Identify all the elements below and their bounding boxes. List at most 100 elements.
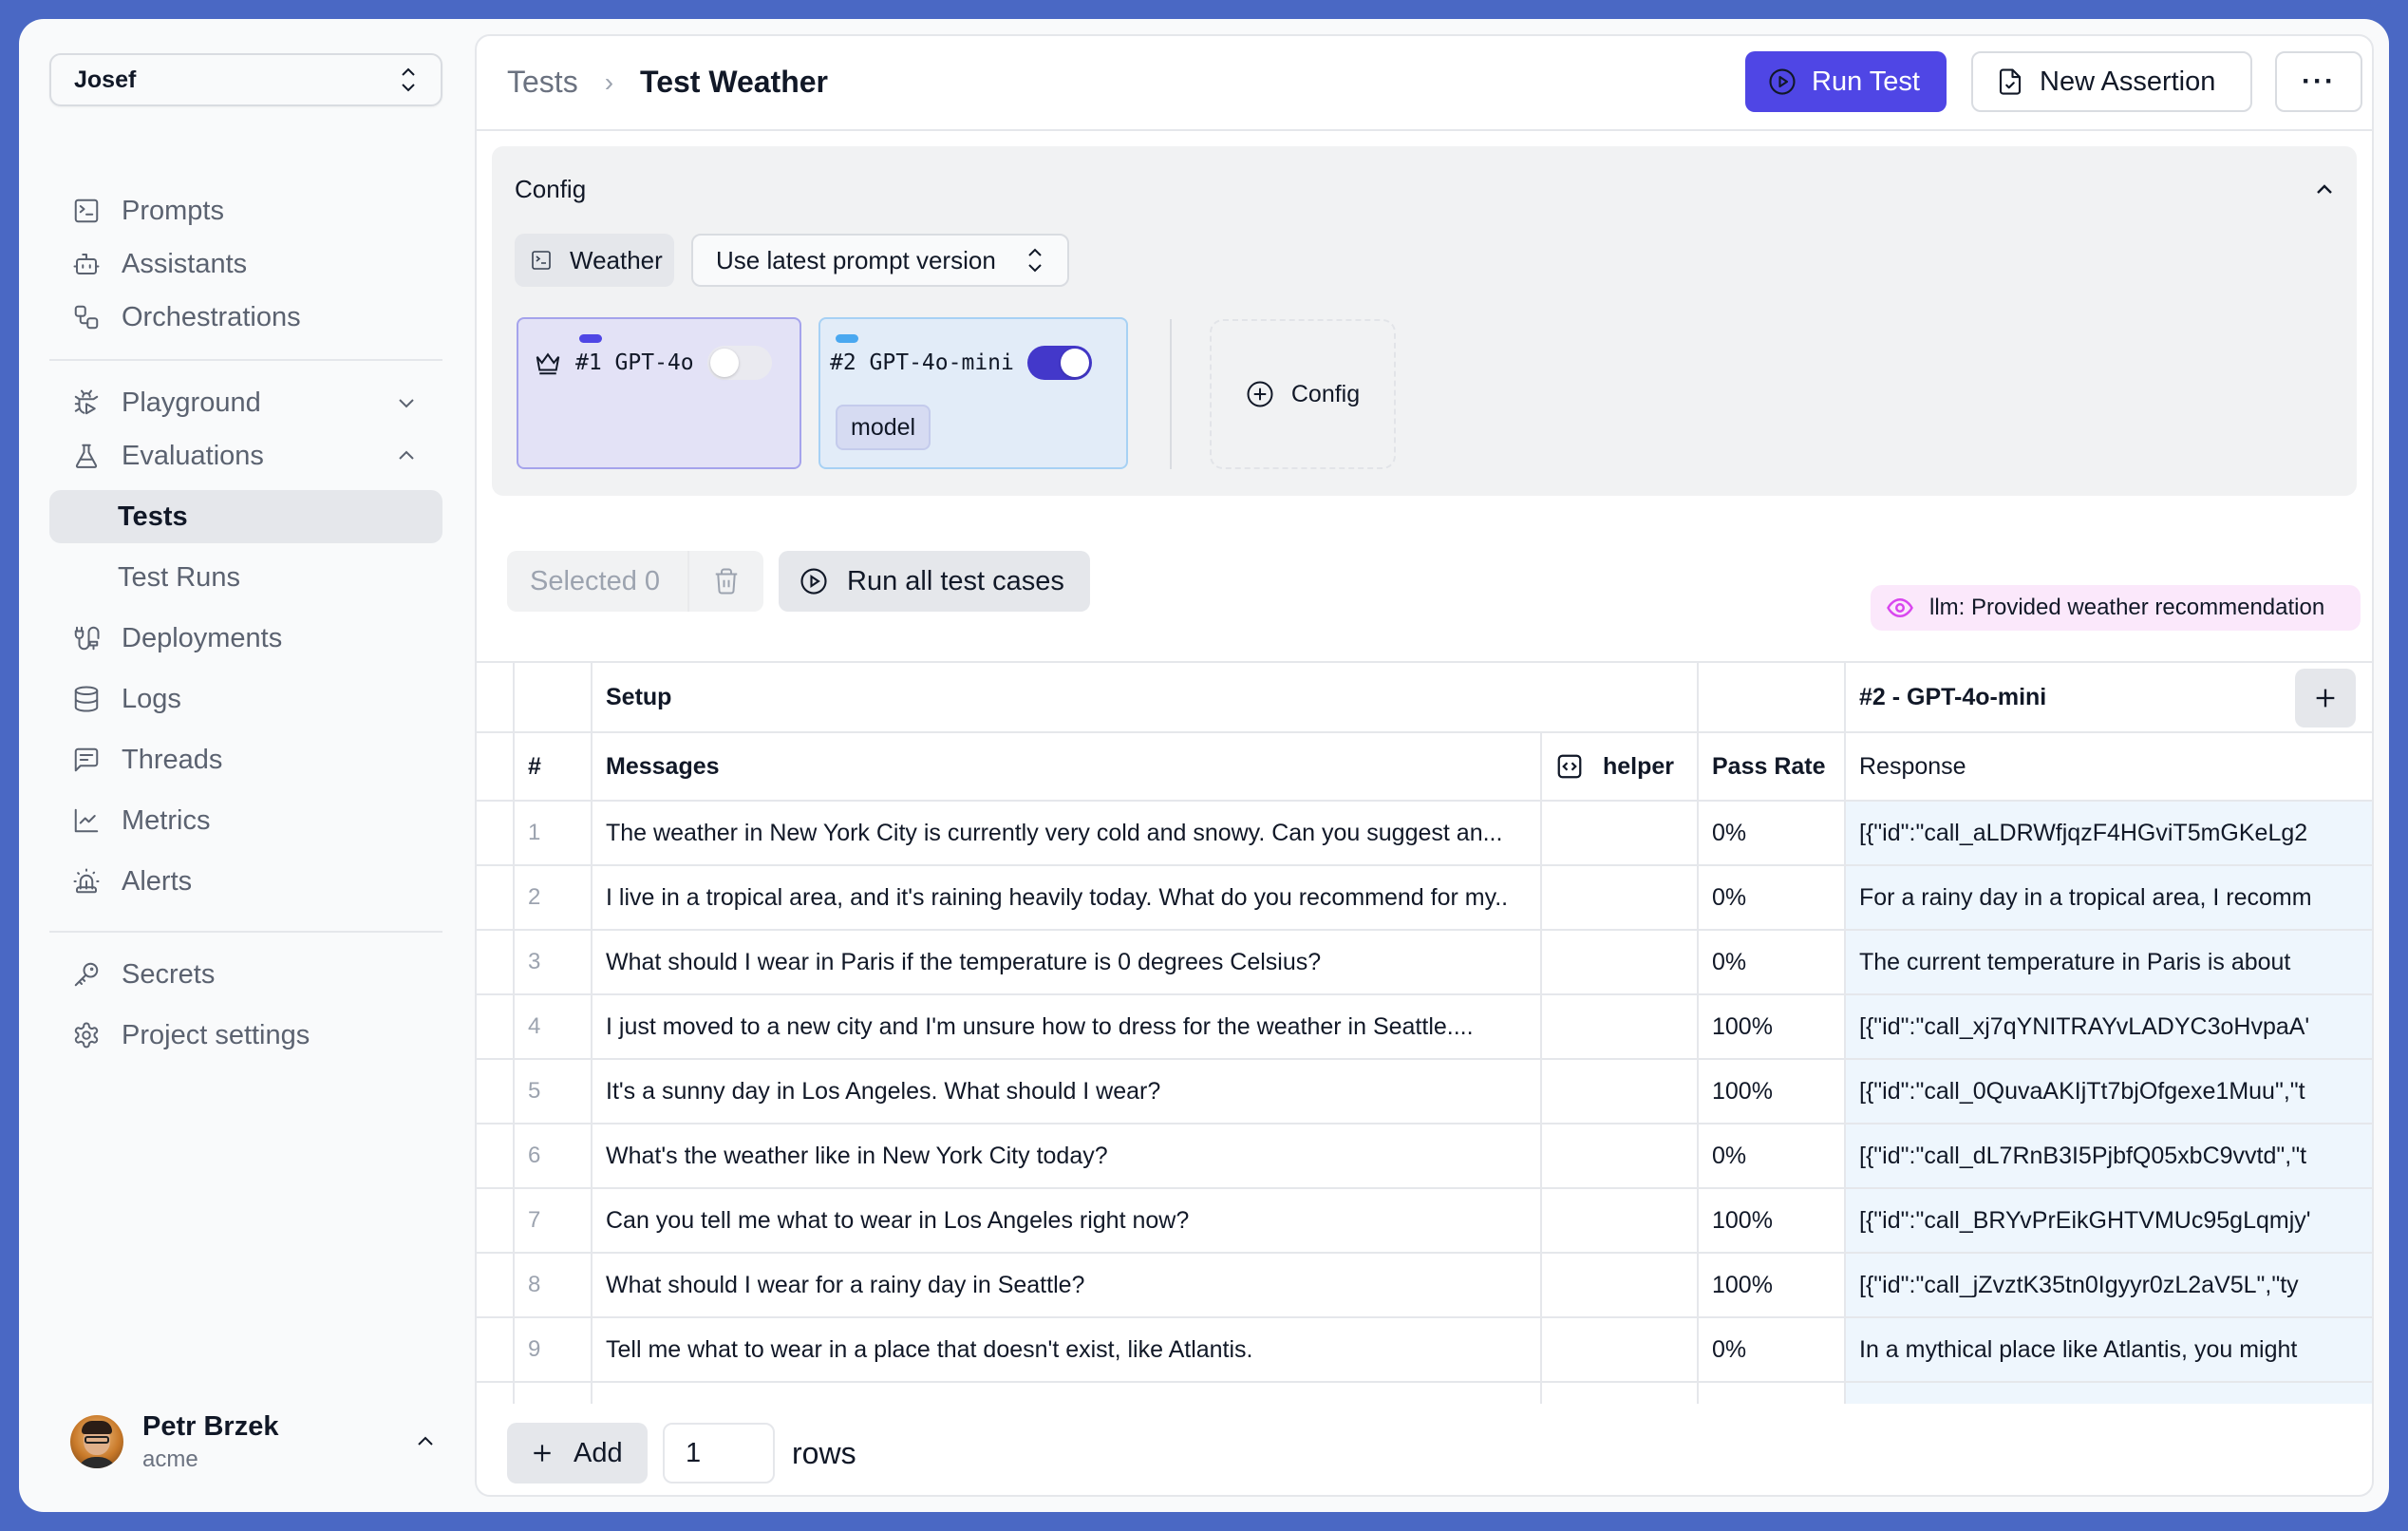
row-select-cell[interactable]	[477, 1125, 515, 1189]
model-param-chip[interactable]: model	[836, 405, 931, 450]
run-all-test-cases-button[interactable]: Run all test cases	[779, 551, 1090, 612]
row-helper[interactable]	[1542, 1318, 1699, 1383]
row-select-cell[interactable]	[477, 931, 515, 995]
row-number: 4	[515, 995, 593, 1060]
rows-count-input[interactable]	[663, 1423, 775, 1484]
row-message[interactable]: The weather in New York City is currentl…	[593, 802, 1542, 866]
column-header-pass-rate: Pass Rate	[1699, 733, 1846, 802]
user-menu[interactable]: Petr Brzek acme	[70, 1404, 450, 1480]
workspace-name: Josef	[74, 66, 137, 93]
chevron-up-icon[interactable]	[395, 444, 418, 466]
add-rows-footer: Add rows	[507, 1423, 856, 1484]
row-select-cell[interactable]	[477, 1383, 515, 1404]
row-message[interactable]: Tell me what to wear in a place that doe…	[593, 1318, 1542, 1383]
sidebar-item-project-settings[interactable]: Project settings	[49, 1009, 442, 1062]
row-message[interactable]: I live in a tropical area, and it's rain…	[593, 866, 1542, 931]
model-enabled-toggle[interactable]	[706, 346, 772, 380]
row-pass-rate: 100%	[1699, 1383, 1846, 1404]
row-select-cell[interactable]	[477, 802, 515, 866]
row-message[interactable]: What should I wear for a rainy day in Se…	[593, 1254, 1542, 1318]
row-response[interactable]: [{"id":"call_aLDRWfjqzF4HGviT5mGKeLg2	[1846, 802, 2372, 866]
row-select-cell[interactable]	[477, 1318, 515, 1383]
row-message[interactable]: What should I wear in Paris if the tempe…	[593, 931, 1542, 995]
breadcrumb: Tests › Test Weather	[507, 65, 828, 100]
row-helper[interactable]	[1542, 931, 1699, 995]
row-helper[interactable]	[1542, 1125, 1699, 1189]
sidebar-nav: Prompts Assistants Orchestrations Playgr…	[49, 184, 442, 1062]
column-header-response: Response	[1846, 733, 2372, 802]
add-rows-button[interactable]: Add	[507, 1423, 648, 1484]
row-response[interactable]: [{"id":"call_0QuvaAKIjTt7bjOfgexe1Muu","…	[1846, 1060, 2372, 1125]
header-blank-cell	[515, 663, 593, 733]
sidebar-item-prompts[interactable]: Prompts	[49, 184, 442, 237]
row-helper[interactable]	[1542, 1383, 1699, 1404]
row-select-cell[interactable]	[477, 1254, 515, 1318]
sidebar-item-tests[interactable]: Tests	[49, 490, 442, 543]
row-response[interactable]: [{"id":"call_xj7qYNITRAYvLADYC3oHvpaA'	[1846, 995, 2372, 1060]
row-response[interactable]: [{"id":"call_BRYvPrEikGHTVMUc95gLqmjy'	[1846, 1189, 2372, 1254]
workspace-select[interactable]: Josef	[49, 53, 442, 106]
row-select-cell[interactable]	[477, 866, 515, 931]
chevron-up-icon[interactable]	[2313, 179, 2336, 201]
sidebar-item-deployments[interactable]: Deployments	[49, 612, 442, 665]
row-pass-rate: 100%	[1699, 1254, 1846, 1318]
column-header-num: #	[515, 733, 593, 802]
row-response[interactable]: The current temperature in Paris is abou…	[1846, 931, 2372, 995]
sidebar-item-secrets[interactable]: Secrets	[49, 948, 442, 1001]
row-response[interactable]: For a rainy day in a tropical area, I re…	[1846, 866, 2372, 931]
sidebar-item-threads[interactable]: Threads	[49, 733, 442, 786]
add-column-button[interactable]	[2295, 669, 2356, 728]
sidebar-divider	[49, 931, 442, 933]
assertion-badge[interactable]: llm: Provided weather recommendation	[1871, 585, 2361, 631]
run-test-button[interactable]: Run Test	[1745, 51, 1947, 112]
row-pass-rate: 0%	[1699, 802, 1846, 866]
row-select-cell[interactable]	[477, 1060, 515, 1125]
sidebar-item-label: Metrics	[122, 804, 211, 836]
row-select-cell[interactable]	[477, 1189, 515, 1254]
row-message[interactable]: What would you suggest for a chilly even…	[593, 1383, 1542, 1404]
add-config-button[interactable]: Config	[1210, 319, 1396, 469]
row-helper[interactable]	[1542, 866, 1699, 931]
header-select-cell	[477, 733, 515, 802]
chevron-up-icon[interactable]	[414, 1430, 437, 1453]
model-config-card[interactable]: #1 GPT-4o	[517, 317, 801, 469]
row-select-cell[interactable]	[477, 995, 515, 1060]
delete-selected-button[interactable]	[687, 551, 763, 612]
row-message[interactable]: It's a sunny day in Los Angeles. What sh…	[593, 1060, 1542, 1125]
prompt-chip[interactable]: Weather	[515, 234, 674, 287]
row-response[interactable]: [{"id":"call_jZvztK35tn0Igyyr0zL2aV5L","…	[1846, 1254, 2372, 1318]
row-number: 5	[515, 1060, 593, 1125]
row-response[interactable]: [{"id":"call_dL7RnB3I5PjbfQ05xbC9vvtd","…	[1846, 1125, 2372, 1189]
flask-icon	[72, 442, 101, 470]
sidebar-item-assistants[interactable]: Assistants	[49, 237, 442, 291]
breadcrumb-tests-link[interactable]: Tests	[507, 65, 578, 100]
row-response[interactable]: In a mythical place like Atlantis, you m…	[1846, 1318, 2372, 1383]
sidebar-item-label: Alerts	[122, 865, 193, 897]
row-helper[interactable]	[1542, 1060, 1699, 1125]
prompt-version-select[interactable]: Use latest prompt version	[691, 234, 1069, 287]
sidebar-item-label: Secrets	[122, 958, 216, 990]
more-options-button[interactable]: ···	[2275, 51, 2362, 112]
sidebar-item-evaluations[interactable]: Evaluations	[49, 429, 442, 482]
sidebar-item-test-runs[interactable]: Test Runs	[49, 551, 442, 604]
chevron-down-icon[interactable]	[395, 390, 418, 413]
gear-icon	[72, 1021, 101, 1049]
sidebar-item-alerts[interactable]: Alerts	[49, 855, 442, 908]
row-message[interactable]: I just moved to a new city and I'm unsur…	[593, 995, 1542, 1060]
row-message[interactable]: What's the weather like in New York City…	[593, 1125, 1542, 1189]
sidebar-item-orchestrations[interactable]: Orchestrations	[49, 291, 442, 344]
sidebar-item-playground[interactable]: Playground	[49, 376, 442, 429]
row-helper[interactable]	[1542, 995, 1699, 1060]
row-response[interactable]: [{"id":"call_L1FXJsDzOdesS8pd7ffrGLsm",'	[1846, 1383, 2372, 1404]
row-helper[interactable]	[1542, 802, 1699, 866]
workflow-icon	[72, 303, 101, 331]
row-message[interactable]: Can you tell me what to wear in Los Ange…	[593, 1189, 1542, 1254]
model-enabled-toggle[interactable]	[1026, 346, 1092, 380]
cable-icon	[72, 624, 101, 652]
sidebar-item-logs[interactable]: Logs	[49, 672, 442, 726]
sidebar-item-metrics[interactable]: Metrics	[49, 794, 442, 847]
row-helper[interactable]	[1542, 1254, 1699, 1318]
row-helper[interactable]	[1542, 1189, 1699, 1254]
model-config-card[interactable]: #2 GPT-4o-mini model	[818, 317, 1128, 469]
new-assertion-button[interactable]: New Assertion	[1971, 51, 2252, 112]
